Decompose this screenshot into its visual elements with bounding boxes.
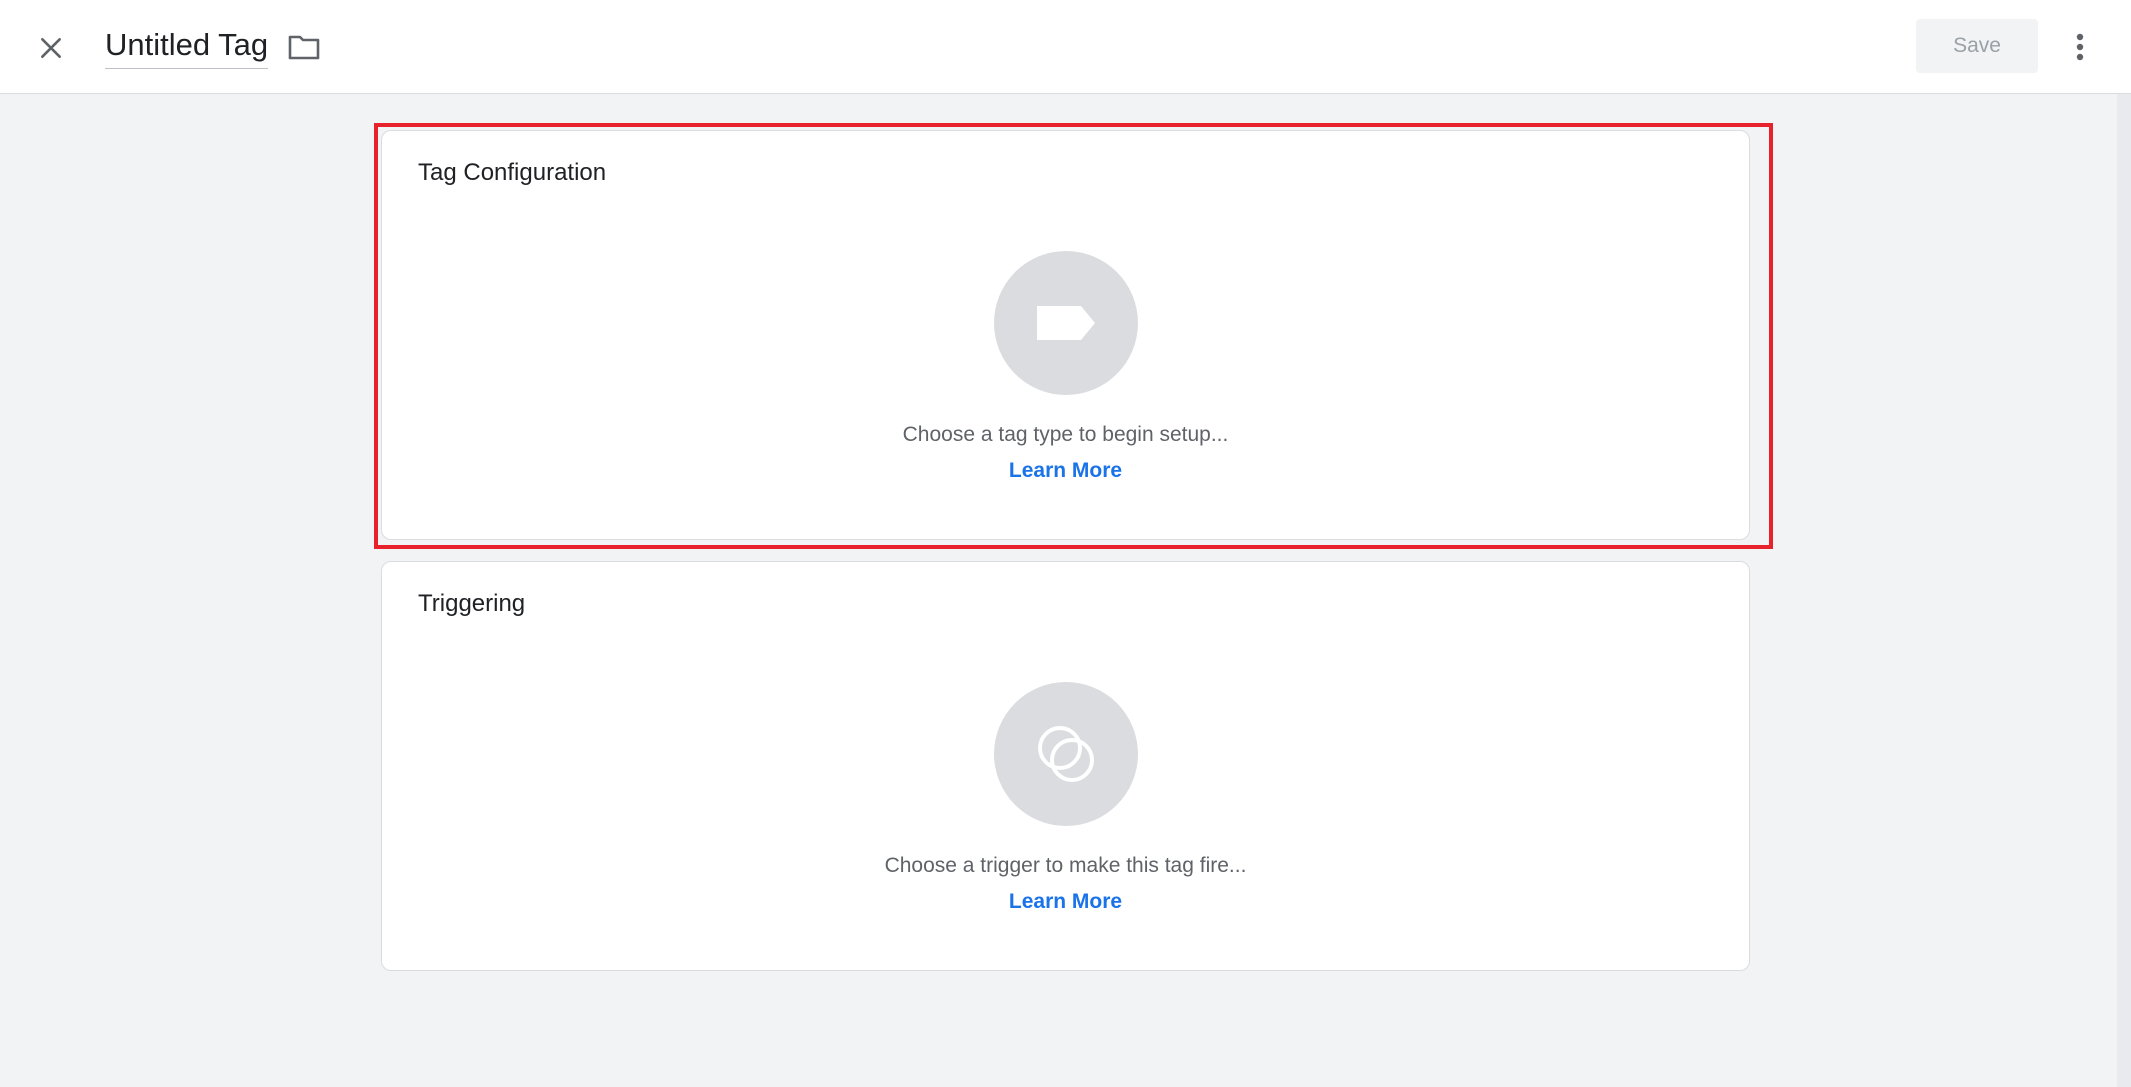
trigger-icon	[1038, 726, 1094, 782]
tag-name-area: Untitled Tag	[105, 22, 322, 72]
triggering-card[interactable]: Triggering Choose a trigger to make this…	[381, 561, 1750, 971]
triggering-hint: Choose a trigger to make this tag fire..…	[884, 854, 1247, 877]
learn-more-link[interactable]: Learn More	[1009, 890, 1122, 913]
tag-icon	[1037, 306, 1095, 340]
tag-configuration-card[interactable]: Tag Configuration Choose a tag type to b…	[381, 130, 1750, 540]
close-icon	[41, 38, 61, 58]
tag-type-placeholder[interactable]	[994, 251, 1138, 395]
top-bar: Untitled Tag Save	[0, 0, 2131, 94]
tag-configuration-learn-more: Learn More	[382, 459, 1749, 483]
triggering-learn-more: Learn More	[382, 890, 1749, 914]
tag-configuration-hint: Choose a tag type to begin setup...	[902, 423, 1229, 446]
trigger-placeholder[interactable]	[994, 682, 1138, 826]
tag-name-input[interactable]: Untitled Tag	[105, 26, 269, 69]
scrollbar-track[interactable]	[2117, 94, 2131, 1087]
triggering-title: Triggering	[418, 590, 526, 617]
folder-icon	[288, 35, 320, 60]
save-button[interactable]: Save	[1916, 19, 2038, 73]
more-options-button[interactable]	[2063, 26, 2097, 68]
close-button[interactable]	[30, 27, 72, 69]
learn-more-link[interactable]: Learn More	[1009, 459, 1122, 482]
folder-button[interactable]	[286, 29, 322, 65]
more-vert-icon	[2076, 33, 2084, 61]
tag-configuration-title: Tag Configuration	[418, 159, 607, 186]
